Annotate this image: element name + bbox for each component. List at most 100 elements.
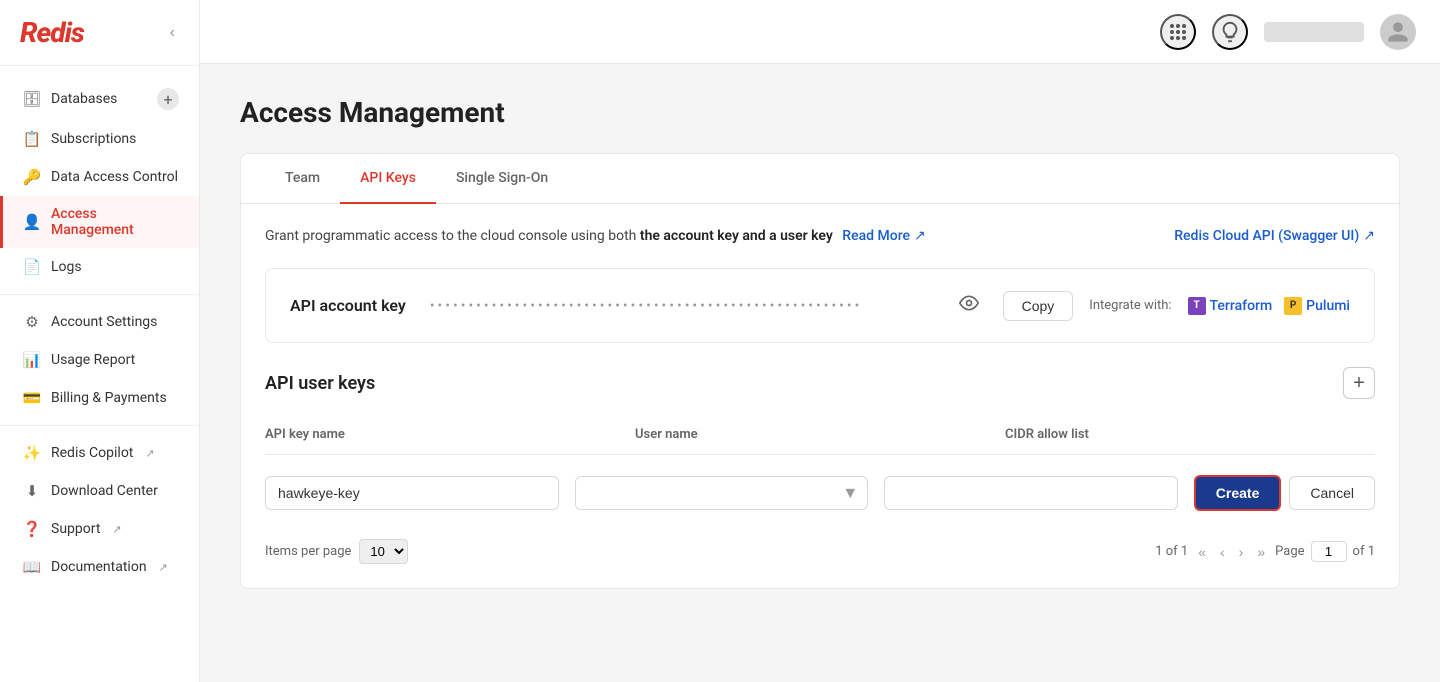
create-key-button[interactable]: Create — [1194, 475, 1282, 511]
page-title: Access Management — [240, 96, 1400, 129]
sidebar-item-databases[interactable]: 🗄 Databases + — [0, 78, 199, 120]
copy-key-button[interactable]: Copy — [1003, 291, 1074, 321]
sidebar-item-billing[interactable]: 💳 Billing & Payments — [0, 379, 199, 417]
sidebar-item-data-access-control[interactable]: 🔑 Data Access Control — [0, 158, 199, 196]
col-api-key-name: API key name — [265, 427, 619, 442]
section-header: API user keys + — [265, 367, 1375, 399]
external-link-icon: ↗ — [1363, 228, 1375, 244]
add-api-key-button[interactable]: + — [1343, 367, 1375, 399]
database-icon: 🗄 — [23, 90, 41, 108]
access-management-icon: 👤 — [23, 213, 41, 231]
docs-icon: 📖 — [23, 558, 41, 576]
sidebar-item-label: Usage Report — [51, 352, 135, 368]
subscriptions-icon: 📋 — [23, 130, 41, 148]
sidebar-item-label: Download Center — [51, 483, 158, 499]
sidebar-item-label: Logs — [51, 259, 82, 275]
cancel-create-button[interactable]: Cancel — [1289, 476, 1375, 510]
external-link-icon: ↗ — [914, 228, 926, 244]
tab-api-keys[interactable]: API Keys — [340, 154, 436, 204]
logs-icon: 📄 — [23, 258, 41, 276]
bulb-button[interactable] — [1212, 14, 1248, 50]
download-icon: ⬇ — [23, 482, 41, 500]
api-key-value: ••••••••••••••••••••••••••••••••••••••••… — [430, 298, 935, 314]
items-per-page: Items per page 10 25 50 — [265, 539, 408, 564]
grid-menu-button[interactable] — [1160, 14, 1196, 50]
pulumi-icon: P — [1284, 297, 1302, 315]
user-name-select[interactable] — [575, 476, 869, 510]
cidr-input[interactable] — [884, 476, 1178, 510]
table-header: API key name User name CIDR allow list — [265, 419, 1375, 455]
sidebar-item-usage-report[interactable]: 📊 Usage Report — [0, 341, 199, 379]
api-user-keys-title: API user keys — [265, 373, 375, 394]
terraform-label: Terraform — [1210, 298, 1273, 314]
read-more-link[interactable]: Read More ↗ — [842, 228, 925, 244]
pulumi-label: Pulumi — [1306, 298, 1350, 314]
last-page-button[interactable]: » — [1253, 542, 1269, 562]
external-link-icon: ↗ — [112, 523, 121, 536]
sidebar-item-label: Access Management — [51, 206, 179, 238]
page-content: Access Management Team API Keys Single S… — [200, 64, 1440, 682]
integrate-links: T Terraform P Pulumi — [1188, 297, 1350, 315]
sidebar-item-label: Subscriptions — [51, 131, 136, 147]
collapse-sidebar-button[interactable]: ‹ — [166, 20, 179, 46]
integrate-label: Integrate with: — [1089, 298, 1171, 313]
card-body: Grant programmatic access to the cloud c… — [241, 204, 1399, 588]
sidebar-item-documentation[interactable]: 📖 Documentation ↗ — [0, 548, 199, 586]
items-per-page-select[interactable]: 10 25 50 — [359, 539, 408, 564]
account-settings-icon: ⚙ — [23, 313, 41, 331]
support-icon: ❓ — [23, 520, 41, 538]
avatar[interactable] — [1380, 14, 1416, 50]
main-area: Access Management Team API Keys Single S… — [200, 0, 1440, 682]
sidebar-item-support[interactable]: ❓ Support ↗ — [0, 510, 199, 548]
terraform-link[interactable]: T Terraform — [1188, 297, 1273, 315]
sidebar-item-logs[interactable]: 📄 Logs — [0, 248, 199, 286]
sidebar-item-account-settings[interactable]: ⚙ Account Settings — [0, 303, 199, 341]
col-user-name: User name — [635, 427, 989, 442]
tabs-bar: Team API Keys Single Sign-On — [241, 154, 1399, 204]
tab-sso[interactable]: Single Sign-On — [436, 154, 568, 204]
page-label: Page — [1275, 544, 1304, 559]
description-text: Grant programmatic access to the cloud c… — [265, 228, 1174, 244]
user-name-select-wrapper: ▼ — [575, 476, 869, 510]
description-row: Grant programmatic access to the cloud c… — [265, 228, 1375, 244]
usage-report-icon: 📊 — [23, 351, 41, 369]
items-per-page-label: Items per page — [265, 544, 351, 559]
toggle-key-visibility-button[interactable] — [951, 289, 987, 322]
sidebar-logo-area: Redis ‹ — [0, 0, 199, 66]
external-link-icon: ↗ — [159, 561, 168, 574]
main-card: Team API Keys Single Sign-On Grant progr… — [240, 153, 1400, 589]
add-database-button[interactable]: + — [157, 88, 179, 110]
sidebar-item-label: Redis Copilot — [51, 445, 133, 461]
sidebar-item-access-management[interactable]: 👤 Access Management — [0, 196, 199, 248]
page-nav: 1 of 1 « ‹ › » Page of 1 — [1155, 541, 1375, 562]
sidebar-nav: 🗄 Databases + 📋 Subscriptions 🔑 Data Acc… — [0, 66, 199, 682]
logo: Redis — [20, 16, 84, 49]
sidebar-item-download-center[interactable]: ⬇ Download Center — [0, 472, 199, 510]
swagger-ui-link[interactable]: Redis Cloud API (Swagger UI) ↗ — [1174, 228, 1375, 244]
sidebar-item-label: Databases — [51, 91, 117, 107]
first-page-button[interactable]: « — [1194, 542, 1210, 562]
swagger-label: Redis Cloud API (Swagger UI) — [1174, 228, 1359, 244]
of-total-label: of 1 — [1353, 544, 1375, 559]
sidebar-item-subscriptions[interactable]: 📋 Subscriptions — [0, 120, 199, 158]
prev-page-button[interactable]: ‹ — [1216, 542, 1229, 562]
form-actions: Create Cancel — [1194, 475, 1375, 511]
sidebar-item-redis-copilot[interactable]: ✨ Redis Copilot ↗ — [0, 434, 199, 472]
sidebar-item-label: Data Access Control — [51, 169, 178, 185]
description-prefix: Grant programmatic access to the cloud c… — [265, 228, 640, 244]
pagination-row: Items per page 10 25 50 1 of 1 « ‹ › — [265, 539, 1375, 564]
sidebar-item-label: Support — [51, 521, 100, 537]
next-page-button[interactable]: › — [1235, 542, 1248, 562]
pulumi-link[interactable]: P Pulumi — [1284, 297, 1350, 315]
terraform-icon: T — [1188, 297, 1206, 315]
page-info-text: 1 of 1 — [1155, 544, 1188, 559]
sidebar-item-label: Billing & Payments — [51, 390, 167, 406]
topbar — [200, 0, 1440, 64]
description-bold: the account key and a user key — [640, 228, 833, 244]
page-number-input[interactable] — [1311, 541, 1347, 562]
user-name-display — [1264, 22, 1364, 42]
sidebar-item-label: Account Settings — [51, 314, 157, 330]
api-key-name-input[interactable] — [265, 476, 559, 510]
tab-team[interactable]: Team — [265, 154, 340, 204]
api-account-key-section: API account key ••••••••••••••••••••••••… — [265, 268, 1375, 343]
